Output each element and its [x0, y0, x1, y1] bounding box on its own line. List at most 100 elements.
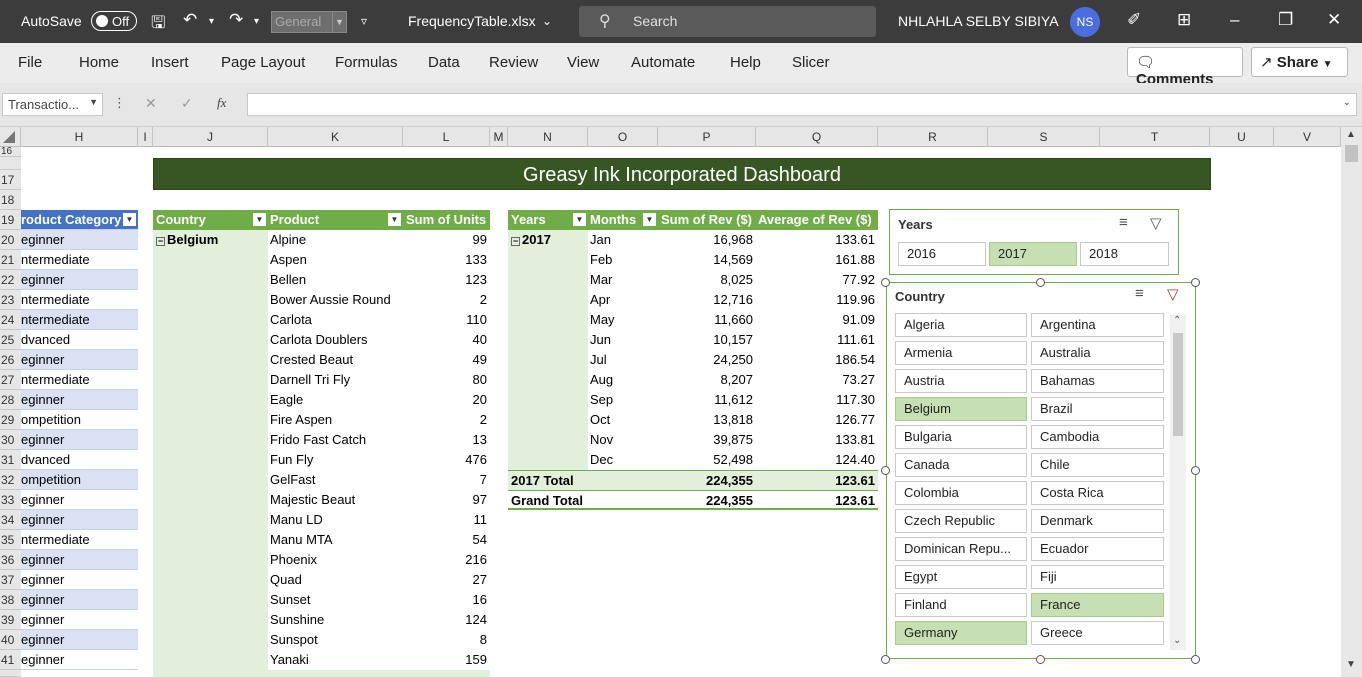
- slicer-item-country[interactable]: Fiji: [1031, 565, 1164, 589]
- month-label[interactable]: Jan: [590, 230, 611, 250]
- scroll-thumb[interactable]: [1173, 333, 1183, 436]
- units-value[interactable]: 40: [403, 330, 487, 350]
- slicer-item-country[interactable]: Austria: [895, 369, 1027, 393]
- product-name[interactable]: Crested Beaut: [270, 350, 353, 370]
- col-v[interactable]: V: [1274, 127, 1341, 147]
- sum-rev-value[interactable]: 8,025: [658, 270, 753, 290]
- ribbon-display-icon[interactable]: ⊞: [1177, 10, 1191, 30]
- row-header[interactable]: 29: [0, 410, 21, 430]
- col-r[interactable]: R: [878, 127, 988, 147]
- pivot2-months-header[interactable]: Months ▼: [588, 210, 658, 230]
- table-cell[interactable]: eginner: [21, 230, 138, 250]
- pivot1-product-header[interactable]: Product ▼: [268, 210, 403, 230]
- month-label[interactable]: Jun: [590, 330, 611, 350]
- resize-handle[interactable]: [1191, 655, 1200, 664]
- pivot1-country[interactable]: − Belgium: [156, 230, 218, 250]
- product-name[interactable]: Sunset: [270, 590, 310, 610]
- row-header[interactable]: 36: [0, 550, 21, 570]
- row-header[interactable]: 27: [0, 370, 21, 390]
- more-icon[interactable]: ⋮: [113, 95, 126, 111]
- table-cell[interactable]: eginner: [21, 590, 138, 610]
- sum-rev-value[interactable]: 8,207: [658, 370, 753, 390]
- avg-rev-value[interactable]: 119.96: [756, 290, 875, 310]
- row-header[interactable]: 19: [0, 210, 21, 230]
- product-name[interactable]: Frido Fast Catch: [270, 430, 366, 450]
- col-h[interactable]: H: [21, 127, 138, 147]
- user-name[interactable]: NHLAHLA SELBY SIBIYA: [898, 13, 1059, 29]
- pivot1-country-header[interactable]: Country ▼: [153, 210, 268, 230]
- table-cell[interactable]: eginner: [21, 630, 138, 650]
- month-label[interactable]: Oct: [590, 410, 610, 430]
- sum-rev-value[interactable]: 12,716: [658, 290, 753, 310]
- table-cell[interactable]: eginner: [21, 270, 138, 290]
- product-name[interactable]: Majestic Beaut: [270, 490, 355, 510]
- units-value[interactable]: 123: [403, 270, 487, 290]
- row-header[interactable]: 38: [0, 590, 21, 610]
- table-cell[interactable]: eginner: [21, 610, 138, 630]
- tab-view[interactable]: View: [567, 54, 599, 71]
- col-j[interactable]: J: [153, 127, 268, 147]
- save-icon[interactable]: 🖫: [151, 10, 165, 39]
- units-value[interactable]: 133: [403, 250, 487, 270]
- product-name[interactable]: Eagle: [270, 390, 303, 410]
- slicer-item-2017[interactable]: 2017: [989, 242, 1077, 266]
- resize-handle[interactable]: [881, 278, 890, 287]
- slicer-item-country[interactable]: Denmark: [1031, 509, 1164, 533]
- slicer-item-country[interactable]: Greece: [1031, 621, 1164, 645]
- avg-rev-value[interactable]: 133.61: [756, 230, 875, 250]
- table-cell[interactable]: ntermediate: [21, 530, 138, 550]
- sum-rev-value[interactable]: 10,157: [658, 330, 753, 350]
- product-name[interactable]: Sunspot: [270, 630, 318, 650]
- table-cell[interactable]: dvanced: [21, 330, 138, 350]
- slicer-item-country[interactable]: Colombia: [895, 481, 1027, 505]
- row-header[interactable]: 18: [0, 190, 21, 210]
- avg-rev-value[interactable]: 133.81: [756, 430, 875, 450]
- col-q[interactable]: Q: [756, 127, 878, 147]
- collapse-icon[interactable]: −: [511, 237, 520, 246]
- slicer-item-country[interactable]: Finland: [895, 593, 1027, 617]
- slicer-item-country[interactable]: Brazil: [1031, 397, 1164, 421]
- pivot2-sum-header[interactable]: Sum of Rev ($): [658, 210, 756, 230]
- slicer-item-country[interactable]: Czech Republic: [895, 509, 1027, 533]
- slicer-item-country[interactable]: Dominican Repu...: [895, 537, 1027, 561]
- resize-handle[interactable]: [881, 466, 890, 475]
- col-u[interactable]: U: [1210, 127, 1274, 147]
- expand-icon[interactable]: ⌄: [1343, 97, 1351, 108]
- multi-select-icon[interactable]: ≡: [1135, 285, 1144, 302]
- customize-toolbar-icon[interactable]: ▿: [361, 14, 367, 28]
- avg-rev-value[interactable]: 111.61: [756, 330, 875, 350]
- slicer-scrollbar[interactable]: ⌃ ⌄: [1170, 315, 1186, 650]
- month-label[interactable]: Sep: [590, 390, 613, 410]
- avg-rev-value[interactable]: 91.09: [756, 310, 875, 330]
- units-value[interactable]: 2: [403, 410, 487, 430]
- product-name[interactable]: GelFast: [270, 470, 316, 490]
- avg-rev-value[interactable]: 117.30: [756, 390, 875, 410]
- tab-formulas[interactable]: Formulas: [335, 54, 398, 71]
- row-header[interactable]: 31: [0, 450, 21, 470]
- pivot2-avg-header[interactable]: Average of Rev ($): [756, 210, 878, 230]
- units-value[interactable]: 11: [403, 510, 488, 530]
- slicer-item-country[interactable]: Canada: [895, 453, 1027, 477]
- units-value[interactable]: 97: [403, 490, 487, 510]
- slicer-item-country[interactable]: Ecuador: [1031, 537, 1164, 561]
- pivot2-grand-total-row[interactable]: Grand Total 224,355 123.61: [508, 490, 878, 510]
- filter-dropdown-icon[interactable]: ▼: [643, 213, 656, 226]
- units-value[interactable]: 99: [403, 230, 487, 250]
- units-value[interactable]: 80: [403, 370, 487, 390]
- slicer-item-country[interactable]: Chile: [1031, 453, 1164, 477]
- slicer-item-2018[interactable]: 2018: [1080, 242, 1169, 266]
- filename-chevron-icon[interactable]: ⌄: [542, 14, 552, 28]
- row-header[interactable]: 33: [0, 490, 21, 510]
- row-header[interactable]: 24: [0, 310, 21, 330]
- scroll-down-icon[interactable]: ▼: [1346, 659, 1356, 670]
- pivot2-year[interactable]: −2017: [511, 230, 551, 250]
- table-cell[interactable]: eginner: [21, 350, 138, 370]
- table-cell[interactable]: eginner: [21, 390, 138, 410]
- table-cell[interactable]: ntermediate: [21, 250, 138, 270]
- number-format-box[interactable]: General ▼: [271, 11, 347, 33]
- product-name[interactable]: Phoenix: [270, 550, 317, 570]
- row-header[interactable]: 17: [0, 170, 21, 190]
- product-name[interactable]: Yanaki: [270, 650, 309, 670]
- product-name[interactable]: Darnell Tri Fly: [270, 370, 350, 390]
- resize-handle[interactable]: [1191, 278, 1200, 287]
